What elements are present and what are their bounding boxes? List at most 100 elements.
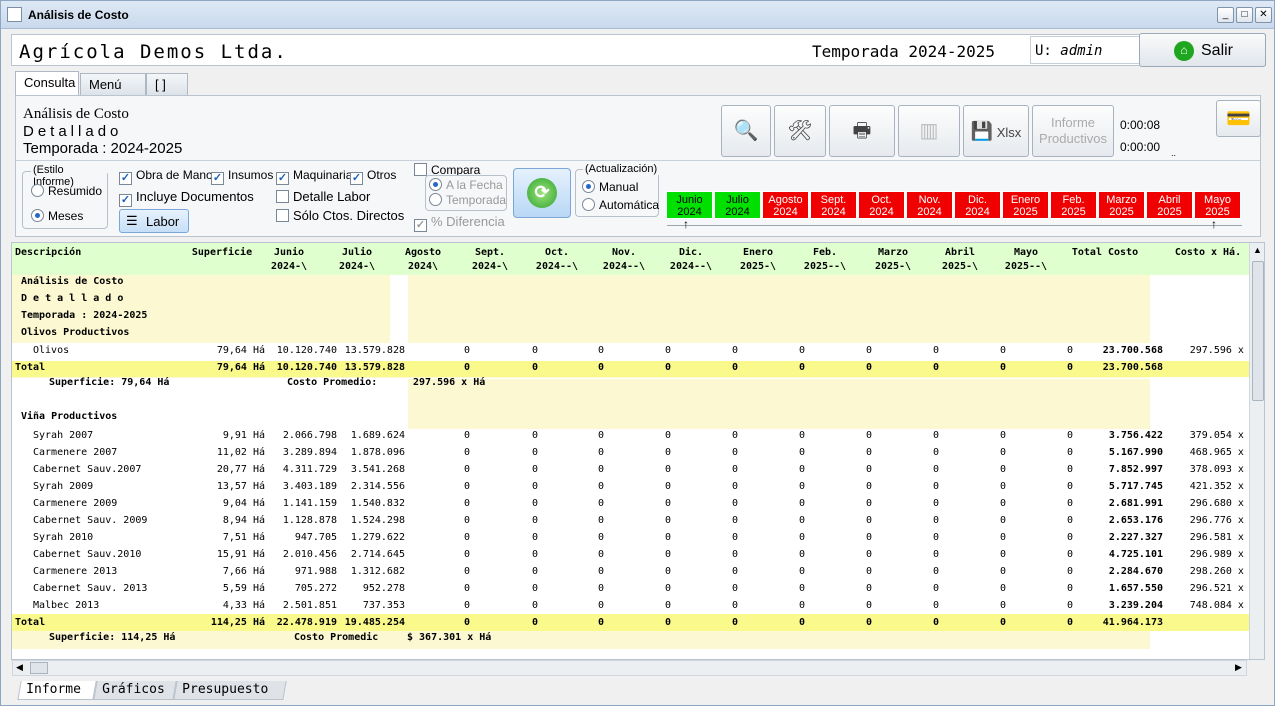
table-row-cell: 0 — [664, 583, 671, 594]
table-row-cell: 0 — [664, 464, 671, 475]
table-row-cell: 0 — [731, 532, 738, 543]
month-button[interactable]: Sept. 2024 — [810, 191, 857, 219]
month-name: Junio — [676, 194, 703, 206]
table-header: Descripción Superficie Junio 2024-\ Julio 202… — [12, 243, 1249, 275]
table-row-cell: 0 — [664, 549, 671, 560]
radio-manual[interactable]: Manual — [582, 180, 638, 194]
total-row-cell: 23.700.568 — [1102, 362, 1163, 373]
table-row-cell: 1.878.096 — [350, 447, 405, 458]
exit-button[interactable]: ⌂ Salir — [1139, 33, 1266, 67]
minimize-icon[interactable]: _ — [1217, 7, 1234, 23]
check-insumos[interactable]: ✓ Insumos — [211, 168, 273, 185]
scroll-left-icon[interactable]: ◀ — [16, 662, 23, 673]
horizontal-scrollbar[interactable]: ◀ ▶ — [12, 660, 1247, 676]
check-maquinaria[interactable]: ✓ Maquinaria — [276, 168, 352, 185]
scroll-right-icon[interactable]: ▶ — [1235, 662, 1242, 673]
close-icon[interactable]: ✕ — [1255, 7, 1272, 23]
vertical-scrollbar[interactable]: ▲ — [1249, 243, 1264, 659]
radio-temporada[interactable]: Temporada — [429, 193, 506, 207]
total-row-cell: 0 — [463, 362, 470, 373]
total-row-cell: 0 — [731, 617, 738, 628]
range-start-arrow-icon[interactable]: ↑ — [683, 217, 689, 231]
table-row-cell: 0 — [664, 566, 671, 577]
card-hand-icon: 💳 — [1226, 108, 1251, 130]
table-row-cell: 20,77 Há — [216, 464, 265, 475]
month-button[interactable]: Agosto 2024 — [762, 191, 809, 219]
tab-empty[interactable]: [ ] — [146, 73, 188, 95]
month-year: 2024 — [965, 206, 990, 218]
table-row-cell: 2.010.456 — [282, 549, 337, 560]
timer-2: 0:00:00 — [1120, 140, 1161, 154]
total-row-cell: 114,25 Há — [210, 617, 265, 628]
row-band — [12, 360, 1249, 377]
labor-button[interactable]: ☰ Labor — [119, 209, 189, 233]
column-header: Costo x Há. — [1174, 247, 1242, 258]
month-button[interactable]: Marzo 2025 — [1098, 191, 1145, 219]
month-year: 2024 — [725, 206, 750, 218]
tools-button[interactable]: 🛠 — [774, 105, 826, 157]
table-row-cell: 4,33 Há — [222, 600, 265, 611]
table-row-cell: 5.717.745 — [1108, 481, 1163, 492]
check-detalle-labor[interactable]: Detalle Labor — [276, 189, 370, 204]
month-year: 2024 — [869, 206, 894, 218]
table-row-cell: 0 — [999, 498, 1006, 509]
total-row-cell: 0 — [664, 362, 671, 373]
table-row-cell: 0 — [1066, 447, 1073, 458]
table-row-cell: 0 — [798, 515, 805, 526]
costo-promedio-label: Costo Promedio: — [287, 377, 378, 388]
hand-card-button[interactable]: 💳 — [1216, 100, 1261, 137]
actualizacion-label: (Actualización) — [583, 163, 660, 175]
table-row-cell: 3.289.894 — [282, 447, 337, 458]
tab-graficos[interactable]: Gráficos — [93, 681, 177, 700]
month-button[interactable]: Abril 2025 — [1146, 191, 1193, 219]
table-row-cell: 0 — [999, 549, 1006, 560]
radio-automatica[interactable]: Automática — [582, 198, 659, 212]
xlsx-button[interactable]: 💾 Xlsx — [963, 105, 1029, 157]
chart-button[interactable]: ▥ — [898, 105, 960, 157]
check-solo-directos[interactable]: Sólo Ctos. Directos — [276, 208, 404, 223]
month-name: Agosto — [768, 194, 803, 206]
check-obra-de-mano[interactable]: ✓ Obra de Mano — [119, 168, 213, 185]
month-button[interactable]: Mayo 2025 — [1194, 191, 1241, 219]
tab-presupuesto[interactable]: Presupuesto — [173, 681, 287, 700]
table-row-label: Cabernet Sauv. 2013 — [33, 583, 148, 594]
tab-informe[interactable]: Informe — [17, 681, 97, 700]
radio-meses[interactable]: Meses — [31, 209, 83, 223]
total-row-cell: 0 — [999, 362, 1006, 373]
table-row-cell: 0 — [664, 481, 671, 492]
radio-resumido[interactable]: Resumido — [31, 184, 102, 198]
check-diferencia[interactable]: ✓% Diferencia — [414, 214, 505, 232]
table-row-cell: 1.141.159 — [282, 498, 337, 509]
month-button[interactable]: Oct. 2024 — [858, 191, 905, 219]
month-button[interactable]: Junio 2024 — [666, 191, 713, 219]
table-row-cell: 1.657.550 — [1108, 583, 1163, 594]
informe-productivos-button[interactable]: Informe Productivos — [1032, 105, 1114, 157]
table-row-cell: 0 — [731, 498, 738, 509]
app-icon — [7, 7, 22, 22]
costo-promedio-value: 297.596 x Há — [413, 377, 486, 388]
table-row-cell: 0 — [463, 481, 470, 492]
tab-consulta[interactable]: Consulta — [15, 71, 79, 96]
tab-menu[interactable]: Menú — [80, 73, 146, 95]
check-otros[interactable]: ✓ Otros — [350, 168, 396, 185]
vertical-scroll-thumb[interactable] — [1252, 261, 1264, 401]
month-button[interactable]: Enero 2025 — [1002, 191, 1049, 219]
month-button[interactable]: Nov. 2024 — [906, 191, 953, 219]
radio-a-la-fecha[interactable]: A la Fecha — [429, 178, 503, 192]
refresh-button[interactable]: ⟳ — [513, 168, 571, 218]
search-button[interactable]: 🔍 — [721, 105, 771, 157]
table-row-cell: 7,51 Há — [222, 532, 265, 543]
table-row-cell: 7.852.997 — [1108, 464, 1163, 475]
month-button[interactable]: Dic. 2024 — [954, 191, 1001, 219]
month-button[interactable]: Julio 2024 — [714, 191, 761, 219]
maximize-icon[interactable]: □ — [1236, 7, 1253, 23]
table-row-cell: 0 — [531, 566, 538, 577]
month-button[interactable]: Feb. 2025 — [1050, 191, 1097, 219]
print-button[interactable]: 🖶 — [829, 105, 895, 157]
check-incluye-documentos[interactable]: ✓ Incluye Documentos — [119, 189, 254, 207]
table-row-cell: 0 — [597, 532, 604, 543]
horizontal-scroll-thumb[interactable] — [30, 662, 48, 674]
month-name: Marzo — [1106, 194, 1137, 206]
scroll-up-icon[interactable]: ▲ — [1253, 245, 1262, 255]
range-end-arrow-icon[interactable]: ↑ — [1211, 217, 1217, 231]
